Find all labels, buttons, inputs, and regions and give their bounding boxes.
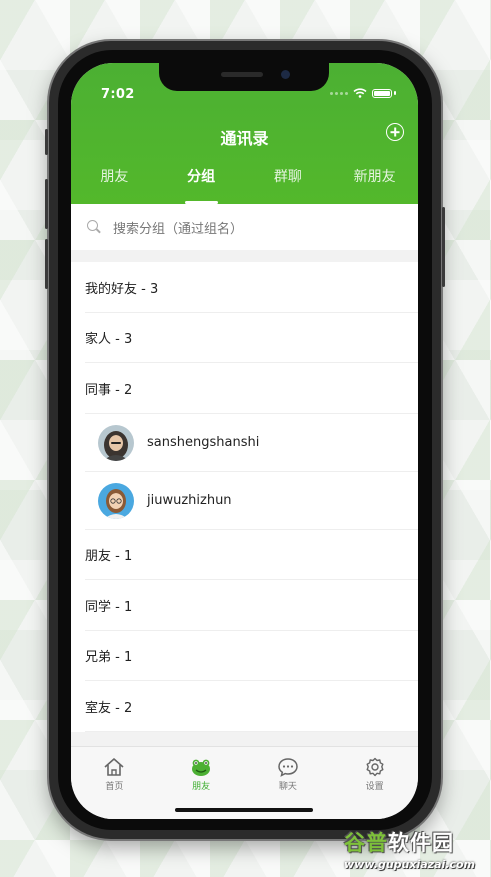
watermark-url: www.gupuxiazai.com [344, 858, 475, 871]
bottom-tab-bar: 首页 朋友 聊天 设置 [71, 746, 418, 819]
tabbar-home[interactable]: 首页 [71, 747, 158, 819]
tab-group-chats[interactable]: 群聊 [245, 166, 332, 204]
phone-frame: 7:02 通讯录 朋友 分组 群聊 新朋友 搜索分组（通过组名） 我的好友 - … [45, 41, 445, 839]
wifi-icon [353, 88, 367, 98]
group-label: 室友 - 2 [85, 700, 133, 716]
power-button [442, 207, 445, 287]
camera-icon [281, 70, 290, 79]
group-row[interactable]: 同事 - 2 [71, 363, 418, 414]
group-row[interactable]: 兄弟 - 1 [71, 631, 418, 682]
watermark-title-a: 谷普 [344, 831, 388, 855]
search-input[interactable]: 搜索分组（通过组名） [113, 218, 243, 237]
group-label: 同学 - 1 [85, 599, 133, 615]
group-row[interactable]: 我的好友 - 3 [71, 262, 418, 313]
group-row[interactable]: 同学 - 1 [71, 580, 418, 631]
app-screen: 7:02 通讯录 朋友 分组 群聊 新朋友 搜索分组（通过组名） 我的好友 - … [71, 63, 418, 819]
page-title: 通讯录 [220, 129, 269, 148]
tab-friends[interactable]: 朋友 [71, 166, 158, 204]
mute-switch [45, 129, 48, 155]
tab-groups[interactable]: 分组 [158, 166, 245, 204]
gear-icon [366, 757, 384, 777]
group-row[interactable]: 朋友 - 1 [71, 530, 418, 581]
tab-bar-top: 朋友 分组 群聊 新朋友 [71, 166, 418, 204]
status-indicators [330, 88, 396, 98]
group-label: 我的好友 - 3 [85, 281, 159, 297]
frog-icon [192, 759, 211, 776]
phone-bezel: 7:02 通讯录 朋友 分组 群聊 新朋友 搜索分组（通过组名） 我的好友 - … [58, 50, 432, 830]
member-name: sanshengshanshi [147, 435, 260, 450]
tabbar-label: 朋友 [192, 782, 211, 792]
tab-new-friends[interactable]: 新朋友 [331, 166, 418, 204]
member-row[interactable]: sanshengshanshi [71, 414, 418, 472]
search-icon [87, 220, 98, 231]
tabbar-label: 聊天 [278, 782, 297, 792]
tabbar-settings[interactable]: 设置 [331, 747, 418, 819]
home-indicator [175, 808, 313, 812]
member-name: jiuwuzhizhun [147, 493, 232, 508]
volume-down-button [45, 239, 48, 289]
group-row[interactable]: 室友 - 2 [71, 681, 418, 732]
avatar [98, 424, 134, 461]
signal-icon [330, 91, 348, 95]
tabbar-label: 设置 [365, 782, 384, 792]
status-time: 7:02 [101, 87, 135, 102]
notch [159, 63, 329, 91]
chat-bubble-icon [278, 758, 298, 777]
group-label: 朋友 - 1 [85, 549, 133, 565]
group-label: 兄弟 - 1 [85, 650, 133, 666]
battery-icon [372, 88, 392, 98]
group-row[interactable]: 家人 - 3 [71, 313, 418, 364]
avatar [98, 482, 134, 519]
watermark-title-b: 软件园 [388, 831, 454, 855]
volume-up-button [45, 179, 48, 229]
home-icon [104, 758, 124, 776]
speaker-icon [221, 72, 263, 77]
group-label: 家人 - 3 [85, 332, 133, 348]
member-row[interactable]: jiuwuzhizhun [71, 472, 418, 530]
tabbar-label: 首页 [105, 782, 124, 792]
group-label: 同事 - 2 [85, 382, 133, 398]
add-plus-icon[interactable] [386, 123, 404, 141]
search-bar[interactable]: 搜索分组（通过组名） [71, 204, 418, 250]
group-list: 我的好友 - 3 家人 - 3 同事 - 2 sanshengshanshi j… [71, 262, 418, 732]
watermark-logo: 谷普软件园 www.gupuxiazai.com [340, 825, 490, 875]
